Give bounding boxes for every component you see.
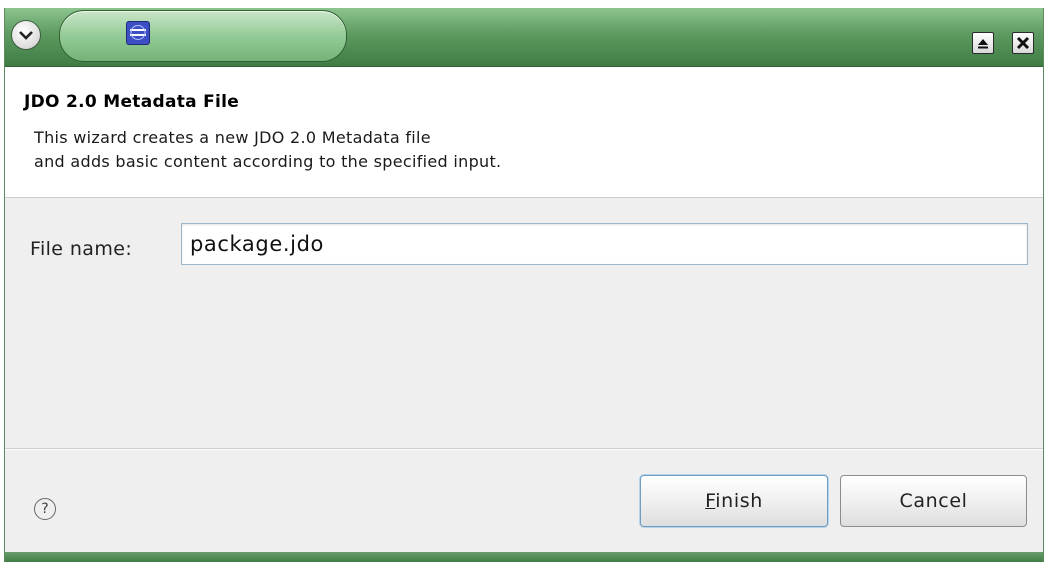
window-bottom-border: [5, 552, 1043, 562]
chevron-down-icon: [19, 31, 33, 40]
title-tab[interactable]: [59, 10, 347, 62]
window-menu-button[interactable]: [11, 20, 41, 50]
wizard-header: JDO 2.0 Metadata File This wizard create…: [5, 67, 1043, 198]
wizard-dialog: JDO 2.0 Metadata File This wizard create…: [4, 8, 1044, 562]
help-icon[interactable]: ?: [34, 498, 56, 520]
button-bar-separator: [5, 448, 1043, 450]
cancel-button[interactable]: Cancel: [840, 475, 1027, 527]
close-icon: [1016, 36, 1030, 50]
page-title: JDO 2.0 Metadata File: [24, 92, 240, 112]
description-line-1: This wizard creates a new JDO 2.0 Metada…: [34, 128, 431, 147]
page-description: This wizard creates a new JDO 2.0 Metada…: [34, 126, 501, 174]
title-bar[interactable]: [5, 8, 1043, 67]
finish-button[interactable]: Finish: [640, 475, 828, 527]
maximize-button[interactable]: [972, 32, 994, 54]
eclipse-icon: [126, 21, 150, 45]
maximize-icon: [978, 39, 988, 49]
file-name-label: File name:: [30, 238, 133, 260]
finish-label: inish: [715, 490, 763, 512]
file-name-input[interactable]: [181, 223, 1028, 265]
description-line-2: and adds basic content according to the …: [34, 152, 502, 171]
close-button[interactable]: [1012, 32, 1034, 54]
finish-mnemonic: F: [705, 490, 716, 512]
